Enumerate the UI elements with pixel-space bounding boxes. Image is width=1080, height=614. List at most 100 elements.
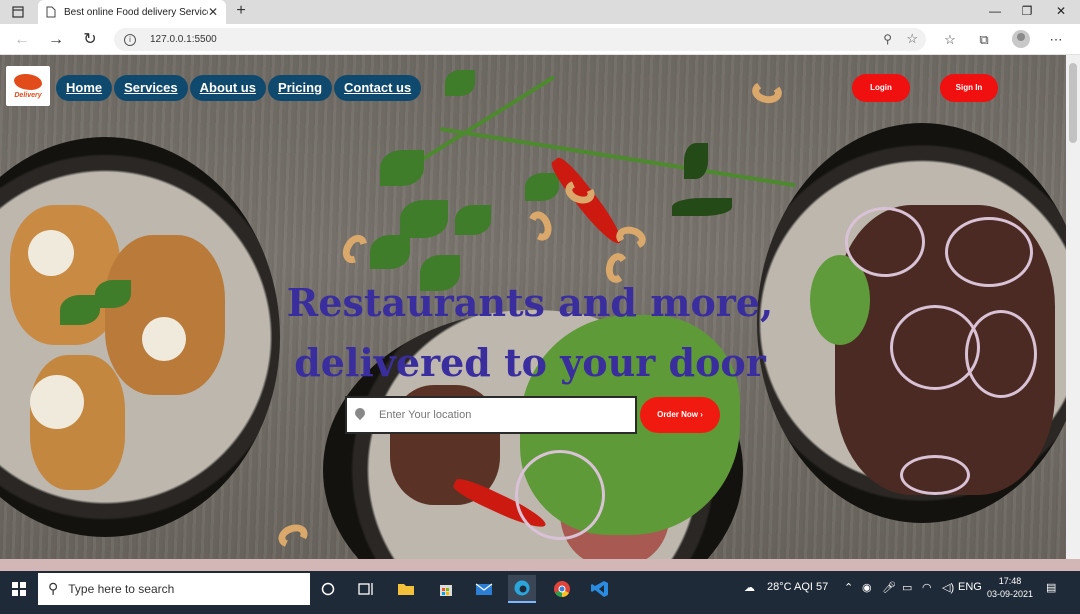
- herb-leaf-image: [455, 205, 491, 235]
- cashew-image: [275, 520, 311, 552]
- nav-services-link[interactable]: Services: [114, 75, 188, 101]
- search-icon: ⚲: [48, 581, 59, 597]
- notifications-icon[interactable]: ▤: [1046, 581, 1056, 594]
- page-icon: [46, 6, 56, 18]
- order-now-button[interactable]: Order Now ›: [640, 397, 720, 433]
- herb-leaf-image: [525, 173, 559, 201]
- onion-ring-image: [515, 450, 605, 540]
- add-favorite-icon[interactable]: ☆: [906, 31, 918, 47]
- forward-icon[interactable]: →: [46, 30, 66, 50]
- address-bar: ← → ↻ i 127.0.0.1:5500 ⚲ ☆ ☆ ⧉ ⋯: [0, 24, 1080, 55]
- cashew-image: [524, 208, 556, 244]
- delivery-logo-icon: [14, 73, 42, 90]
- weather-icon[interactable]: ☁: [744, 581, 755, 594]
- location-tray-icon[interactable]: ◉: [862, 581, 872, 594]
- minimize-button[interactable]: —: [978, 0, 1012, 24]
- herb-leaf-image: [95, 280, 131, 308]
- order-now-label: Order Now: [657, 410, 698, 419]
- herb-leaf-image: [445, 70, 475, 96]
- profile-avatar[interactable]: [1012, 30, 1030, 48]
- windows-logo-icon: [12, 582, 26, 596]
- chrome-icon[interactable]: [548, 575, 576, 603]
- back-icon[interactable]: ←: [12, 30, 32, 50]
- page-footer-strip: [0, 559, 1080, 571]
- herb-stem-image: [439, 127, 796, 188]
- windows-taskbar: ⚲ Type here to search ☁ 28°C AQI 57 ⌃ ◉ …: [0, 571, 1080, 614]
- new-tab-button[interactable]: +: [232, 2, 250, 20]
- weather-readout[interactable]: 28°C AQI 57: [767, 581, 828, 593]
- tab-actions-icon: [12, 6, 24, 18]
- herb-stem-image: [408, 75, 556, 169]
- system-clock[interactable]: 17:48 03-09-2021: [985, 575, 1035, 601]
- bay-leaf-image: [684, 143, 708, 179]
- page-scrollbar[interactable]: [1066, 55, 1080, 559]
- signin-button[interactable]: Sign In: [940, 74, 998, 102]
- bay-leaf-image: [672, 198, 732, 216]
- mail-icon[interactable]: [470, 575, 498, 603]
- hero-line-1: Restaurants and more,: [286, 280, 774, 325]
- refresh-icon[interactable]: ↻: [80, 30, 100, 50]
- egg-image: [28, 230, 74, 276]
- taskbar-search-placeholder: Type here to search: [68, 582, 175, 596]
- close-window-button[interactable]: ✕: [1044, 0, 1078, 24]
- edge-browser-icon[interactable]: [508, 575, 536, 603]
- wifi-icon[interactable]: ◠: [922, 581, 932, 594]
- more-menu-icon[interactable]: ⋯: [1046, 30, 1066, 50]
- browser-tab-bar: Best online Food delivery Service ✕ + — …: [0, 0, 1080, 24]
- collections-icon[interactable]: ⧉: [974, 30, 994, 50]
- herb-leaf-image: [380, 150, 424, 186]
- nav-contact-link[interactable]: Contact us: [334, 75, 422, 101]
- file-explorer-icon[interactable]: [392, 575, 420, 603]
- url-field[interactable]: i 127.0.0.1:5500 ⚲ ☆: [114, 28, 926, 51]
- location-input[interactable]: [379, 409, 619, 421]
- site-nav: Home Services About us Pricing Contact u…: [56, 75, 422, 101]
- battery-icon[interactable]: ▭: [902, 581, 912, 594]
- url-text: 127.0.0.1:5500: [150, 34, 217, 45]
- onion-ring-image: [965, 310, 1037, 398]
- scrollbar-thumb[interactable]: [1069, 63, 1077, 143]
- herb-leaf-image: [400, 200, 448, 238]
- clock-time: 17:48: [998, 576, 1022, 586]
- location-pin-icon: [355, 408, 365, 422]
- cashew-image: [613, 223, 649, 253]
- fish-fillet-image: [105, 235, 225, 395]
- onion-ring-image: [845, 207, 925, 277]
- favorites-icon[interactable]: ☆: [940, 30, 960, 50]
- egg-image: [142, 317, 186, 361]
- browser-tab[interactable]: Best online Food delivery Service ✕: [38, 0, 226, 24]
- language-indicator[interactable]: ENG: [958, 581, 982, 593]
- maximize-button[interactable]: ❐: [1010, 0, 1044, 24]
- chevron-up-icon[interactable]: ⌃: [844, 581, 853, 594]
- egg-image: [30, 375, 84, 429]
- herb-leaf-image: [370, 235, 410, 269]
- site-info-icon[interactable]: i: [124, 33, 136, 46]
- tab-actions-button[interactable]: [0, 0, 36, 24]
- taskbar-search[interactable]: ⚲ Type here to search: [38, 573, 310, 605]
- nav-home-link[interactable]: Home: [56, 75, 113, 101]
- chevron-right-icon: ›: [700, 410, 703, 419]
- clock-date: 03-09-2021: [986, 589, 1034, 599]
- hero-line-2: delivered to your door: [294, 340, 766, 385]
- vscode-icon[interactable]: [586, 575, 614, 603]
- cortana-icon[interactable]: [314, 575, 342, 603]
- start-button[interactable]: [0, 571, 38, 607]
- microphone-icon[interactable]: 🎤︎: [882, 581, 896, 594]
- location-search-box: [345, 396, 637, 434]
- site-logo[interactable]: Delivery: [6, 66, 50, 106]
- logo-text: Delivery: [14, 91, 42, 99]
- page-viewport: Delivery Home Services About us Pricing …: [0, 55, 1066, 559]
- cashew-image: [337, 230, 373, 268]
- nav-pricing-link[interactable]: Pricing: [267, 75, 333, 101]
- zoom-icon[interactable]: ⚲: [883, 32, 892, 46]
- volume-icon[interactable]: ◁): [942, 581, 954, 594]
- store-icon[interactable]: [432, 575, 460, 603]
- task-view-icon[interactable]: [352, 575, 380, 603]
- cashew-image: [750, 78, 784, 106]
- tab-close-icon[interactable]: ✕: [208, 5, 218, 19]
- herb-leaf-image: [60, 295, 100, 325]
- nav-about-link[interactable]: About us: [189, 75, 266, 101]
- hero-heading: Restaurants and more, delivered to your …: [280, 273, 780, 393]
- login-button[interactable]: Login: [852, 74, 910, 102]
- onion-ring-image: [945, 217, 1033, 287]
- tab-title: Best online Food delivery Service: [64, 6, 208, 18]
